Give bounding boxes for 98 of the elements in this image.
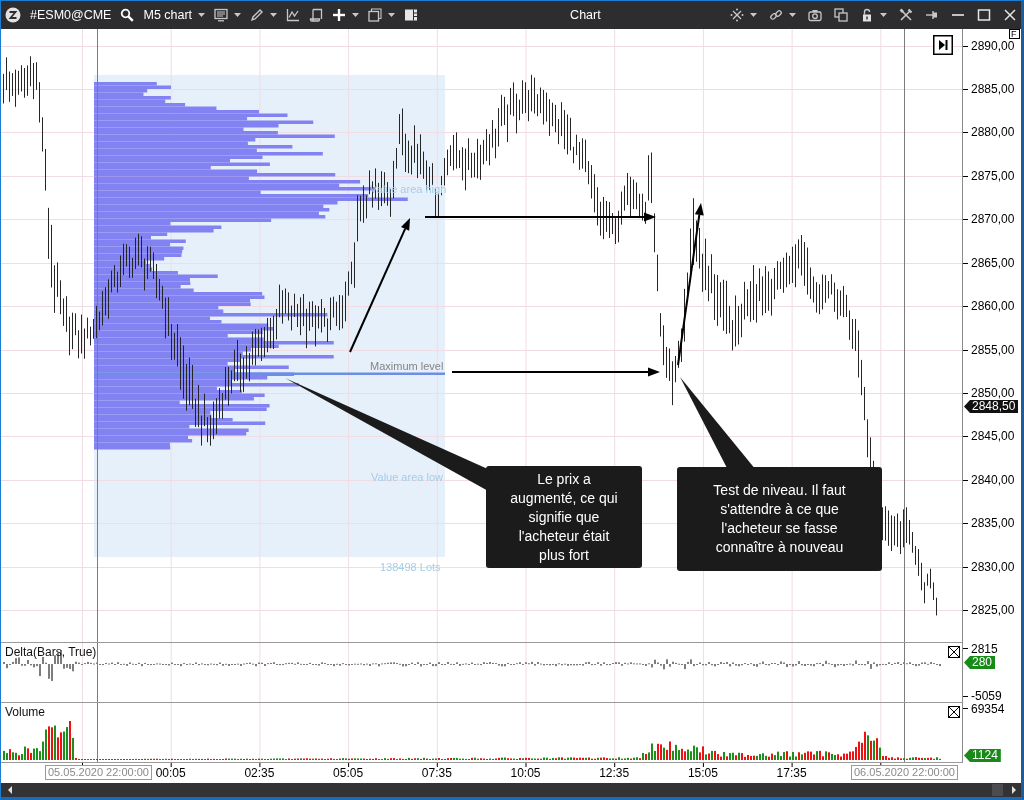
- scale-label: 2815: [971, 643, 998, 655]
- caret-icon[interactable]: [880, 13, 887, 17]
- timeframe-dropdown[interactable]: M5 chart: [143, 8, 193, 22]
- time-axis-label: 17:35: [776, 767, 807, 780]
- tick-mark: [963, 648, 969, 649]
- time-axis-label: 00:05: [155, 767, 186, 780]
- time-axis-label: 05:05: [333, 767, 364, 780]
- time-axis-label: 07:35: [421, 767, 452, 780]
- symbol-button[interactable]: #ESM0@CME: [30, 8, 112, 22]
- caret-icon[interactable]: [388, 13, 396, 17]
- tick-mark: [963, 610, 969, 611]
- close-icon[interactable]: [948, 646, 960, 658]
- tick-mark: [702, 763, 704, 768]
- price-axis-label: 2890,00: [971, 39, 1015, 52]
- monitor-icon[interactable]: [214, 8, 229, 22]
- tick-mark: [963, 436, 969, 437]
- time-axis-label: 12:35: [599, 767, 630, 780]
- tick-mark: [963, 480, 969, 481]
- close-icon[interactable]: [948, 706, 960, 718]
- corner-button[interactable]: F: [1009, 29, 1020, 39]
- date-label: 06.05.2020 22:00:00: [851, 765, 958, 780]
- time-axis-label: 02:35: [244, 767, 275, 780]
- total-volume-label: 138498 Lots: [380, 561, 441, 573]
- tick-mark: [614, 763, 616, 768]
- tick-mark: [525, 763, 527, 768]
- tick-mark: [348, 763, 350, 768]
- pencil-icon[interactable]: [250, 8, 265, 22]
- price-axis-label: 2860,00: [971, 300, 1015, 313]
- tick-mark: [963, 132, 969, 133]
- plus-icon[interactable]: [332, 8, 347, 22]
- price-axis-label: 2880,00: [971, 126, 1015, 139]
- price-axis-label: 2850,00: [971, 387, 1015, 400]
- time-axis-label: 10:05: [510, 767, 541, 780]
- scale-label: 69354: [971, 703, 1005, 715]
- callout: Le prix a augmenté, ce qui signifie que l'acheteur était plus fort: [486, 466, 642, 568]
- time-axis-label: 15:05: [687, 767, 718, 780]
- line-chart-icon[interactable]: [286, 8, 301, 22]
- price-axis-label: 2825,00: [971, 604, 1015, 617]
- tick-mark: [963, 567, 969, 568]
- tick-mark: [436, 763, 438, 768]
- pane-title: Volume: [5, 706, 46, 719]
- tick-mark: [963, 523, 969, 524]
- tick-mark: [170, 763, 172, 768]
- link-icon[interactable]: [769, 8, 783, 22]
- tick-mark: [963, 263, 969, 264]
- pin-icon[interactable]: [925, 8, 939, 22]
- tick-mark: [963, 393, 969, 394]
- scale-label: -5059: [971, 690, 1002, 702]
- layout-icon[interactable]: [404, 8, 419, 22]
- scroll-left-icon[interactable]: [8, 786, 12, 794]
- current-value-label: 280: [964, 656, 996, 669]
- horizontal-scrollbar[interactable]: [1, 783, 1021, 797]
- value-area-low-label: Value area low: [371, 471, 443, 483]
- tools-icon[interactable]: [899, 8, 913, 22]
- pane-title: Delta(Bars, True): [5, 646, 97, 659]
- copy-icon[interactable]: [834, 8, 848, 22]
- price-axis-label: 2875,00: [971, 169, 1015, 182]
- tick-mark: [259, 763, 261, 768]
- document-icon[interactable]: [309, 8, 324, 22]
- caret-icon[interactable]: [750, 13, 757, 17]
- price-axis-label: 2855,00: [971, 343, 1015, 356]
- tick-mark: [963, 219, 969, 220]
- last-price-label: 2848,50: [964, 400, 1019, 413]
- tick-mark: [82, 763, 83, 768]
- tick-mark: [791, 763, 793, 768]
- caret-icon[interactable]: [789, 13, 796, 17]
- camera-icon[interactable]: [808, 8, 822, 22]
- padlock-icon[interactable]: [860, 8, 874, 22]
- tick-mark: [963, 46, 969, 47]
- tick-mark: [963, 89, 969, 90]
- caret-icon[interactable]: [198, 13, 206, 17]
- scrollbar-thumb[interactable]: [992, 784, 1003, 796]
- tick-mark: [963, 306, 969, 307]
- search-icon[interactable]: [120, 8, 135, 22]
- caret-icon[interactable]: [352, 13, 360, 17]
- scroll-right-icon[interactable]: [1012, 786, 1016, 794]
- caret-icon[interactable]: [234, 13, 242, 17]
- price-axis-label: 2835,00: [971, 517, 1015, 530]
- skip-to-end-icon[interactable]: [933, 35, 953, 55]
- logo-icon[interactable]: [5, 7, 21, 23]
- crosshair-icon[interactable]: [730, 8, 744, 22]
- price-axis-label: 2865,00: [971, 256, 1015, 269]
- maximize-icon[interactable]: [977, 8, 991, 22]
- current-value-label: 1124: [964, 749, 1001, 762]
- maximum-level-label: Maximum level: [370, 360, 444, 372]
- tick-mark: [963, 708, 969, 709]
- caret-icon[interactable]: [270, 13, 278, 17]
- price-axis-label: 2870,00: [971, 213, 1015, 226]
- price-axis-label: 2830,00: [971, 560, 1015, 573]
- date-label: 05.05.2020 22:00:00: [45, 765, 152, 780]
- price-axis-label: 2845,00: [971, 430, 1015, 443]
- tick-mark: [963, 350, 969, 351]
- window-title: Chart: [570, 8, 601, 22]
- price-axis-label: 2840,00: [971, 473, 1015, 486]
- tick-mark: [963, 176, 969, 177]
- tick-mark: [963, 696, 969, 697]
- window-icon[interactable]: [368, 8, 383, 22]
- price-axis-label: 2885,00: [971, 83, 1015, 95]
